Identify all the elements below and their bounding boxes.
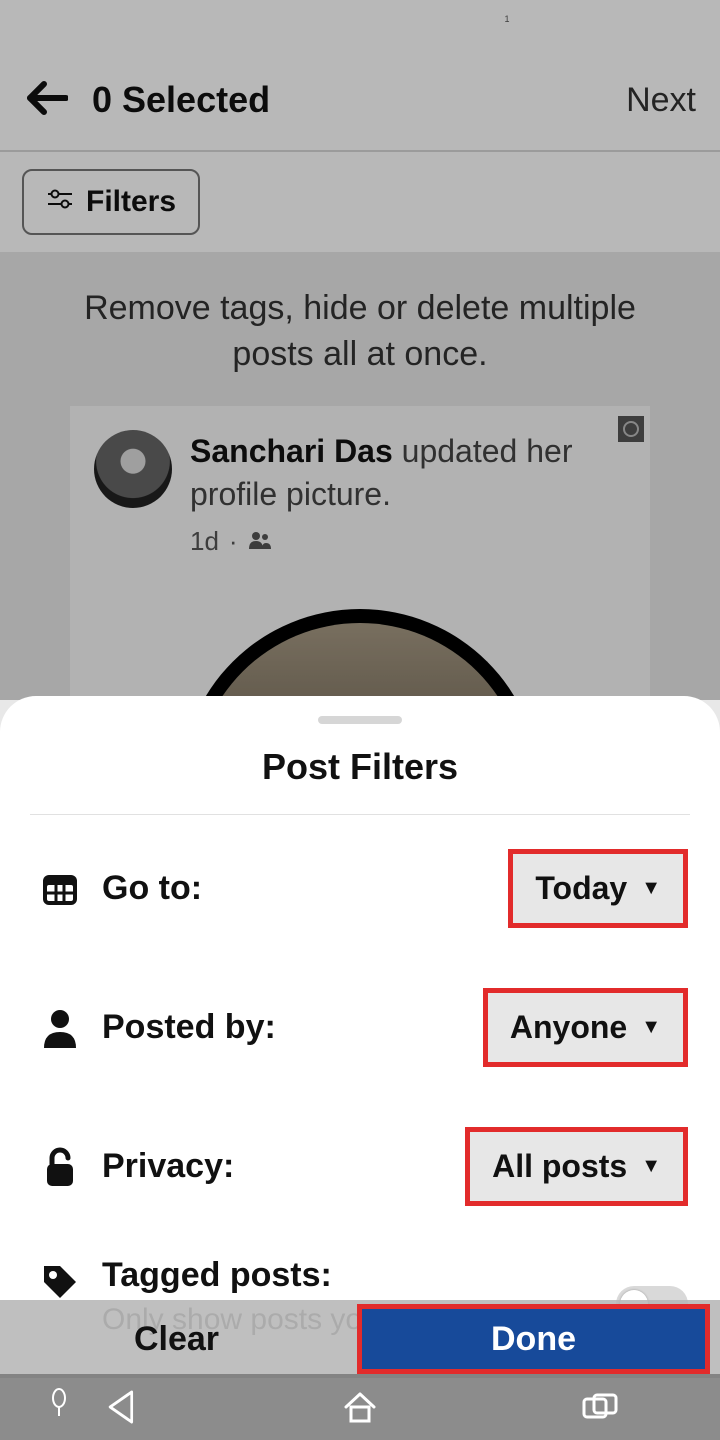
filter-row-goto: Go to: Today ▼: [30, 819, 690, 958]
filters-toolbar: Filters: [0, 152, 720, 252]
wifi-icon: [429, 9, 453, 41]
chevron-down-icon: ▼: [641, 1155, 661, 1178]
sheet-drag-handle[interactable]: [318, 716, 402, 724]
filter-row-privacy: Privacy: All posts ▼: [30, 1097, 690, 1236]
nav-recent-button[interactable]: [480, 1393, 720, 1421]
assistant-icon[interactable]: [48, 1388, 70, 1426]
post-meta: 1d ·: [190, 526, 626, 557]
goto-select-value: Today: [535, 870, 627, 907]
friends-audience-icon: [248, 529, 272, 555]
battery-percent: 40%: [563, 9, 619, 41]
avatar: [94, 430, 172, 508]
signal-sim1-icon: 1: [501, 9, 525, 41]
sheet-title: Post Filters: [30, 746, 690, 788]
svg-text:1: 1: [505, 14, 510, 24]
postedby-select[interactable]: Anyone ▼: [483, 988, 688, 1067]
post-author: Sanchari Das: [190, 433, 393, 469]
goto-select[interactable]: Today ▼: [508, 849, 688, 928]
network-type: 4G: [383, 9, 420, 41]
nav-back-button[interactable]: [0, 1390, 240, 1424]
post-age: 1d: [190, 526, 219, 557]
signal-sim2-icon: [533, 9, 555, 41]
hd-indicator: HD: [14, 14, 43, 37]
sliders-icon: [46, 187, 74, 218]
post-headline: Sanchari Das updated her profile picture…: [190, 430, 626, 516]
divider: [30, 814, 690, 815]
calendar-icon: [32, 869, 88, 909]
privacy-select-value: All posts: [492, 1148, 627, 1185]
select-post-radio[interactable]: [618, 416, 644, 442]
filters-button[interactable]: Filters: [22, 169, 200, 235]
person-icon: [32, 1008, 88, 1048]
privacy-select[interactable]: All posts ▼: [465, 1127, 688, 1206]
nav-home-button[interactable]: [240, 1391, 480, 1423]
postedby-select-value: Anyone: [510, 1009, 627, 1046]
filter-label-postedby: Posted by:: [102, 1008, 276, 1047]
page-title: 0 Selected: [92, 79, 270, 121]
chevron-down-icon: ▼: [641, 1016, 661, 1039]
status-bar: HD 4G VOLTE 1 40% 8:48: [0, 0, 720, 50]
back-arrow-icon[interactable]: [24, 73, 68, 128]
screenshot-icon: [57, 14, 85, 36]
android-nav-bar: [0, 1374, 720, 1440]
filter-label-privacy: Privacy:: [102, 1147, 234, 1186]
clock: 8:48: [652, 9, 707, 41]
filter-label-tagged: Tagged posts:: [102, 1256, 616, 1295]
app-header: 0 Selected Next: [0, 50, 720, 152]
battery-icon: [628, 9, 644, 42]
intro-text: Remove tags, hide or delete multiple pos…: [0, 252, 720, 406]
clear-button[interactable]: Clear: [0, 1300, 353, 1378]
unlock-icon: [32, 1146, 88, 1188]
filters-button-label: Filters: [86, 185, 176, 219]
done-button[interactable]: Done: [357, 1304, 710, 1374]
tag-icon: [32, 1256, 88, 1302]
sheet-action-bar: Clear Done: [0, 1300, 720, 1378]
volte-indicator: VOLTE: [461, 9, 494, 41]
filter-row-postedby: Posted by: Anyone ▼: [30, 958, 690, 1097]
next-button[interactable]: Next: [626, 81, 696, 120]
chevron-down-icon: ▼: [641, 877, 661, 900]
filter-label-goto: Go to:: [102, 869, 202, 908]
